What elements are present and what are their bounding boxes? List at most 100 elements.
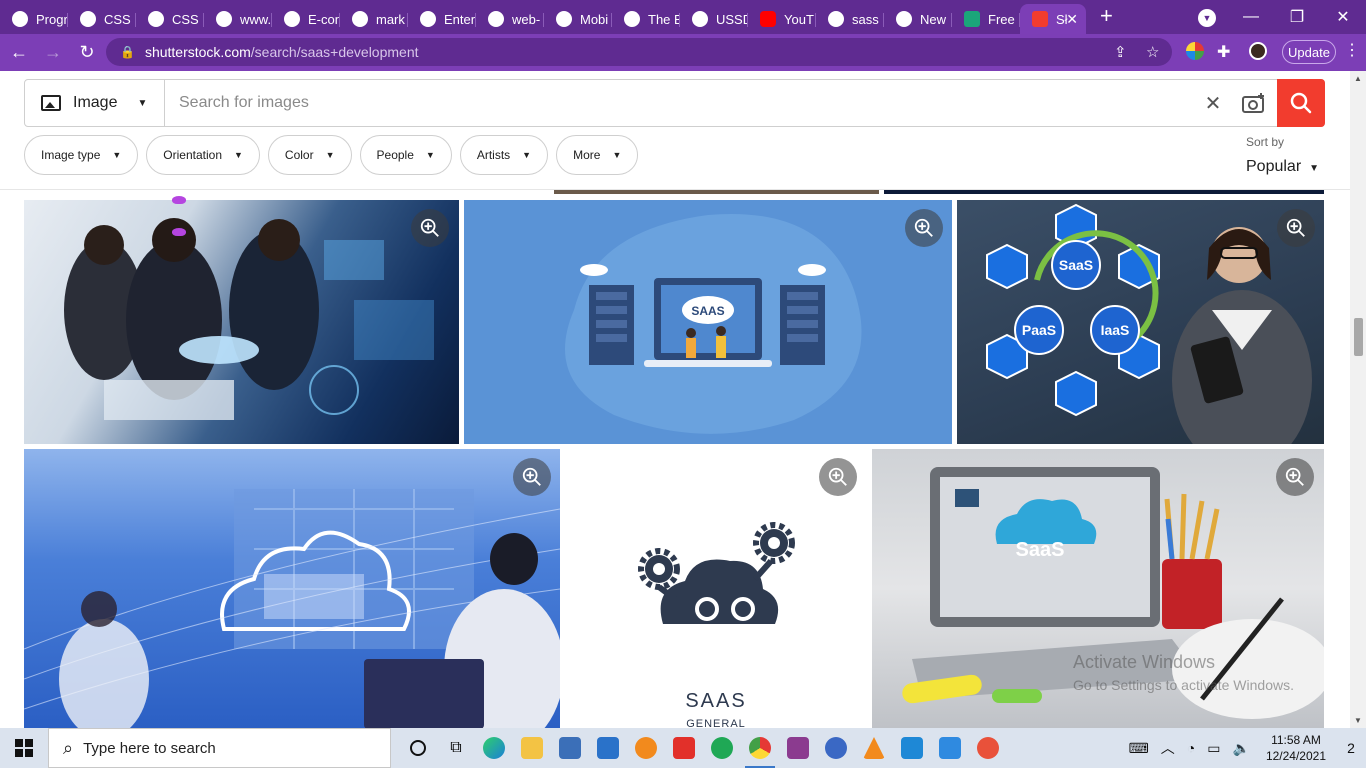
scroll-up-icon[interactable]: ▲ [1354,74,1362,83]
vscode-icon[interactable] [893,728,931,768]
url-text[interactable]: shutterstock.com/search/saas+development [145,44,419,60]
tab-search-icon[interactable]: ▼ [1198,9,1216,27]
filter-label: More [573,148,601,162]
browser-tab[interactable]: Progr [0,4,68,34]
browser-tab[interactable]: sass [816,4,884,34]
result-image-business-team[interactable] [24,200,459,444]
browser-tab[interactable]: web- [476,4,544,34]
close-tab-icon[interactable]: ✕ [1066,11,1078,28]
browser-tab[interactable]: The B [612,4,680,34]
zoom-button[interactable] [1277,209,1315,247]
browser-tab[interactable]: Mobi [544,4,612,34]
mail-icon[interactable] [589,728,627,768]
previous-row-image[interactable] [554,190,879,194]
scroll-down-icon[interactable]: ▼ [1354,716,1362,725]
browser-tab[interactable]: YouT [748,4,816,34]
close-window-icon[interactable]: ✕ [1320,7,1366,27]
media-type-select[interactable]: Image ▼ [25,80,165,126]
filter-chip[interactable]: Color ▼ [267,135,352,175]
forward-arrow-icon[interactable]: → [38,42,68,63]
extensions-puzzle-icon[interactable]: ✚ [1217,42,1230,62]
notification-center[interactable]: 2 [1336,728,1366,768]
chevron-down-icon: ▼ [112,150,122,160]
share-icon[interactable]: ⇪ [1114,43,1127,61]
search-button[interactable] [1277,79,1325,127]
zoom-in-icon [914,218,933,237]
profile-avatar[interactable] [1249,42,1267,60]
start-button[interactable] [0,739,48,757]
browser-menu-icon[interactable]: ⋮ [1344,40,1360,60]
clock[interactable]: 11:58 AM 12/24/2021 [1266,732,1326,764]
filter-chip[interactable]: Artists ▼ [459,135,549,175]
browser-tab[interactable]: Sł ✕ [1020,4,1086,34]
task-view-icon[interactable]: ⧉ [437,728,475,768]
result-image-cloud-office[interactable] [24,449,560,728]
back-arrow-icon[interactable]: ← [4,42,34,63]
minimize-icon[interactable]: — [1228,8,1274,26]
cortana-icon[interactable] [399,728,437,768]
browser-tab[interactable]: www. [204,4,272,34]
result-image-saas-paas-iaas[interactable]: SaaS PaaS IaaS [957,200,1324,444]
color-extension-icon[interactable] [1186,42,1204,60]
volume-icon[interactable]: 🔈 [1233,740,1250,757]
scrollbar-thumb[interactable] [1354,318,1363,356]
wps-icon[interactable] [665,728,703,768]
result-image-saas-servers[interactable]: SAAS [464,200,952,444]
browser-tab[interactable]: mark [340,4,408,34]
browser-tab[interactable]: CSS b [136,4,204,34]
browser-tab[interactable]: USSD [680,4,748,34]
zoom-in-icon [420,218,439,237]
store-icon[interactable] [551,728,589,768]
zoom-button[interactable] [819,458,857,496]
filter-chip[interactable]: Image type ▼ [24,135,139,175]
browser-tab[interactable]: E-con [272,4,340,34]
globe-icon [148,11,164,27]
previous-row-image[interactable] [884,190,1324,194]
browser-tab[interactable]: Free [952,4,1020,34]
saas-server-text: SAAS [691,304,724,318]
filter-chip[interactable]: Orientation ▼ [146,135,260,175]
lock-icon[interactable]: 🔒 [120,45,135,59]
avast-icon[interactable] [627,728,665,768]
zoom-button[interactable] [411,209,449,247]
restore-icon[interactable]: ❐ [1274,7,1320,27]
result-image-saas-logo[interactable]: SAAS GENERAL [565,449,867,728]
edge-icon[interactable] [475,728,513,768]
watermark-subtitle: Go to Settings to activate Windows. [1073,677,1294,693]
ccleaner-icon[interactable] [817,728,855,768]
battery-icon[interactable]: ▭ [1207,740,1220,757]
keyboard-icon[interactable]: ⌨ [1129,740,1149,757]
clock-time: 11:58 AM [1271,733,1321,747]
bookmark-star-icon[interactable]: ☆ [1146,43,1159,61]
reload-icon[interactable]: ↻ [72,42,102,63]
sort-value[interactable]: Popular ▼ [1246,158,1319,176]
image-icon [41,95,61,111]
new-tab-button[interactable]: + [1100,3,1113,29]
zoom-button[interactable] [1276,458,1314,496]
wifi-icon[interactable]: ◔ [1187,740,1195,756]
chevron-up-icon[interactable]: ︿ [1161,738,1175,758]
browser-tab[interactable]: New [884,4,952,34]
chrome-icon[interactable] [741,728,779,768]
app-icon[interactable] [969,728,1007,768]
winrar-icon[interactable] [779,728,817,768]
taskbar-search[interactable]: ⌕ Type here to search [48,728,391,768]
clear-search-icon[interactable]: ✕ [1195,80,1231,126]
zoom-button[interactable] [905,209,943,247]
address-bar[interactable]: 🔒 shutterstock.com/search/saas+developme… [106,38,1172,66]
file-explorer-icon[interactable] [513,728,551,768]
filter-chip[interactable]: More ▼ [556,135,639,175]
browser-tab[interactable]: Enter [408,4,476,34]
zoom-button[interactable] [513,458,551,496]
page-scrollbar[interactable]: ▲ ▼ [1350,71,1366,728]
photos-icon[interactable] [931,728,969,768]
update-button[interactable]: Update [1282,40,1336,64]
vlc-icon[interactable] [855,728,893,768]
filter-label: Artists [476,148,511,162]
filter-chip[interactable]: People ▼ [359,135,452,175]
browser-tab[interactable]: CSS I [68,4,136,34]
sort-control[interactable]: Sort by Popular ▼ [1246,135,1319,176]
whatsapp-icon[interactable] [703,728,741,768]
search-input[interactable] [165,80,1195,126]
reverse-image-search-icon[interactable] [1231,80,1277,126]
